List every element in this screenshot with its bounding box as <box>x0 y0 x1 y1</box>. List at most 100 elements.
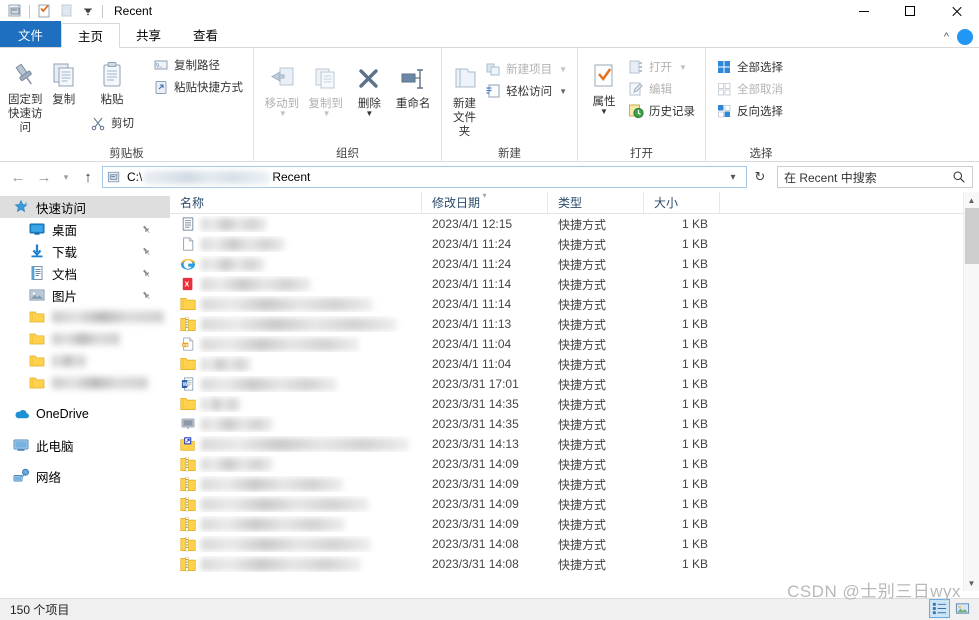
customize-icon[interactable] <box>55 1 77 21</box>
new-folder-label: 新建文件夹 <box>453 98 477 138</box>
properties-icon[interactable] <box>4 1 26 21</box>
select-none-button[interactable]: 全部取消 <box>712 79 787 99</box>
sidebar-item-图片[interactable]: 图片 <box>0 284 170 306</box>
table-row[interactable]: 2023/3/31 14:35 快捷方式 1 KB <box>170 394 979 414</box>
easy-access-button[interactable]: 轻松访问 ▼ <box>481 81 571 101</box>
column-header-date[interactable]: ▾ 修改日期 <box>422 192 548 214</box>
scroll-down-icon[interactable]: ▼ <box>964 575 979 591</box>
select-none-icon <box>718 83 731 96</box>
sidebar-item-OneDrive[interactable]: OneDrive <box>0 403 170 425</box>
forward-arrow-icon[interactable]: → <box>32 165 56 189</box>
column-header-type[interactable]: 类型 <box>548 192 644 214</box>
select-all-button[interactable]: 全部选择 <box>712 57 787 77</box>
table-row[interactable]: 2023/3/31 14:09 快捷方式 1 KB <box>170 494 979 514</box>
table-row[interactable]: 2023/3/31 14:09 快捷方式 1 KB <box>170 474 979 494</box>
tab-home[interactable]: 主页 <box>61 23 121 48</box>
pin-to-quick-access-button[interactable]: 固定到快速访问 <box>6 52 45 135</box>
chevron-down-icon[interactable] <box>77 1 99 21</box>
paste-button[interactable]: 粘贴 <box>83 52 141 107</box>
up-arrow-icon[interactable]: ↑ <box>76 165 100 189</box>
table-row[interactable]: 2023/4/1 11:24 快捷方式 1 KB <box>170 234 979 254</box>
copy-to-caret-icon[interactable]: ▼ <box>323 110 331 118</box>
recent-locations-icon[interactable]: ▾ <box>58 165 74 189</box>
vertical-scrollbar[interactable]: ▲ ▼ <box>963 192 979 591</box>
sidebar-item-folder-8[interactable] <box>0 372 170 394</box>
table-row[interactable]: 2023/3/31 14:08 快捷方式 1 KB <box>170 554 979 574</box>
search-input[interactable]: 在 Recent 中搜索 <box>784 169 952 186</box>
tab-view[interactable]: 查看 <box>177 22 234 47</box>
table-row[interactable]: 2023/3/31 14:09 快捷方式 1 KB <box>170 454 979 474</box>
pin-icon[interactable] <box>141 224 152 235</box>
tab-file[interactable]: 文件 <box>0 21 62 47</box>
new-folder-button[interactable]: 新建文件夹 <box>448 56 481 139</box>
new-item-button[interactable]: 新建项目 ▼ <box>481 59 571 79</box>
move-to-button[interactable]: 移动到 ▼ <box>260 56 304 118</box>
copy-path-button[interactable]: \\.. 复制路径 <box>149 55 247 75</box>
pin-icon[interactable] <box>141 268 152 279</box>
close-button[interactable] <box>933 0 979 22</box>
sidebar-item-文档[interactable]: 文档 <box>0 262 170 284</box>
open-caret-icon[interactable]: ▼ <box>679 63 687 72</box>
history-button[interactable]: 历史记录 <box>624 101 699 121</box>
table-row[interactable]: 2023/3/31 14:09 快捷方式 1 KB <box>170 514 979 534</box>
table-row[interactable]: W 2023/3/31 17:01 快捷方式 1 KB <box>170 374 979 394</box>
easy-access-caret-icon[interactable]: ▼ <box>559 87 567 96</box>
sidebar-item-桌面[interactable]: 桌面 <box>0 218 170 240</box>
refresh-icon[interactable]: ↻ <box>749 166 771 188</box>
cut-button[interactable]: 剪切 <box>86 113 138 133</box>
help-icon[interactable] <box>957 29 973 45</box>
delete-button[interactable]: 删除 ▼ <box>348 56 392 118</box>
new-folder-icon[interactable] <box>33 1 55 21</box>
pin-icon[interactable] <box>141 246 152 257</box>
properties-button[interactable]: 属性 ▼ <box>584 54 624 116</box>
rename-button[interactable]: 重命名 <box>391 56 435 111</box>
sidebar-item-folder-6[interactable] <box>0 328 170 350</box>
search-box[interactable]: 在 Recent 中搜索 <box>777 166 973 188</box>
tab-share[interactable]: 共享 <box>120 22 177 47</box>
internet-explorer-icon <box>180 256 196 272</box>
open-button[interactable]: 打开 ▼ <box>624 57 699 77</box>
sidebar-item-快速访问[interactable]: 快速访问 <box>0 196 170 218</box>
address-chevron-down-icon[interactable]: ▾ <box>724 172 742 183</box>
column-header-size[interactable]: 大小 <box>644 192 720 214</box>
table-row[interactable]: 2023/4/1 11:14 快捷方式 1 KB <box>170 294 979 314</box>
table-row[interactable]: 2023/3/31 14:13 快捷方式 1 KB <box>170 434 979 454</box>
edit-button[interactable]: 编辑 <box>624 79 699 99</box>
file-date-cell: 2023/3/31 14:35 <box>432 417 519 431</box>
sidebar-item-网络[interactable]: 网络 <box>0 465 170 487</box>
address-bar[interactable]: C:\ Recent ▾ <box>102 166 747 188</box>
pin-icon[interactable] <box>141 290 152 301</box>
minimize-button[interactable] <box>841 0 887 22</box>
move-to-caret-icon[interactable]: ▼ <box>279 110 287 118</box>
back-arrow-icon[interactable]: ← <box>6 165 30 189</box>
new-item-caret-icon[interactable]: ▼ <box>559 65 567 74</box>
delete-caret-icon[interactable]: ▼ <box>365 110 373 118</box>
table-row[interactable]: PDF 2023/4/1 11:04 快捷方式 1 KB <box>170 334 979 354</box>
invert-selection-button[interactable]: 反向选择 <box>712 101 787 121</box>
table-row[interactable]: X 2023/4/1 11:14 快捷方式 1 KB <box>170 274 979 294</box>
sidebar-item-folder-7[interactable] <box>0 350 170 372</box>
search-icon[interactable] <box>952 170 966 184</box>
table-row[interactable]: 2023/4/1 11:24 快捷方式 1 KB <box>170 254 979 274</box>
large-icons-view-icon[interactable] <box>952 599 973 618</box>
scrollbar-thumb[interactable] <box>965 208 979 264</box>
paste-label: 粘贴 <box>100 94 124 106</box>
scroll-up-icon[interactable]: ▲ <box>964 192 979 208</box>
copy-button[interactable]: 复制 <box>45 52 84 107</box>
file-name-cell <box>170 396 422 412</box>
table-row[interactable]: 2023/4/1 11:04 快捷方式 1 KB <box>170 354 979 374</box>
details-view-icon[interactable] <box>929 599 950 618</box>
column-header-name[interactable]: 名称 <box>170 192 422 214</box>
paste-shortcut-button[interactable]: 粘贴快捷方式 <box>149 77 247 97</box>
collapse-ribbon-icon[interactable]: ^ <box>944 31 949 43</box>
table-row[interactable]: 2023/3/31 14:08 快捷方式 1 KB <box>170 534 979 554</box>
sidebar-item-此电脑[interactable]: 此电脑 <box>0 434 170 456</box>
copy-to-button[interactable]: 复制到 ▼ <box>304 56 348 118</box>
properties-caret-icon[interactable]: ▼ <box>600 108 608 116</box>
maximize-button[interactable] <box>887 0 933 22</box>
table-row[interactable]: 2023/4/1 12:15 快捷方式 1 KB <box>170 214 979 234</box>
table-row[interactable]: 2023/3/31 14:35 快捷方式 1 KB <box>170 414 979 434</box>
sidebar-item-folder-5[interactable] <box>0 306 170 328</box>
sidebar-item-下载[interactable]: 下载 <box>0 240 170 262</box>
table-row[interactable]: 2023/4/1 11:13 快捷方式 1 KB <box>170 314 979 334</box>
